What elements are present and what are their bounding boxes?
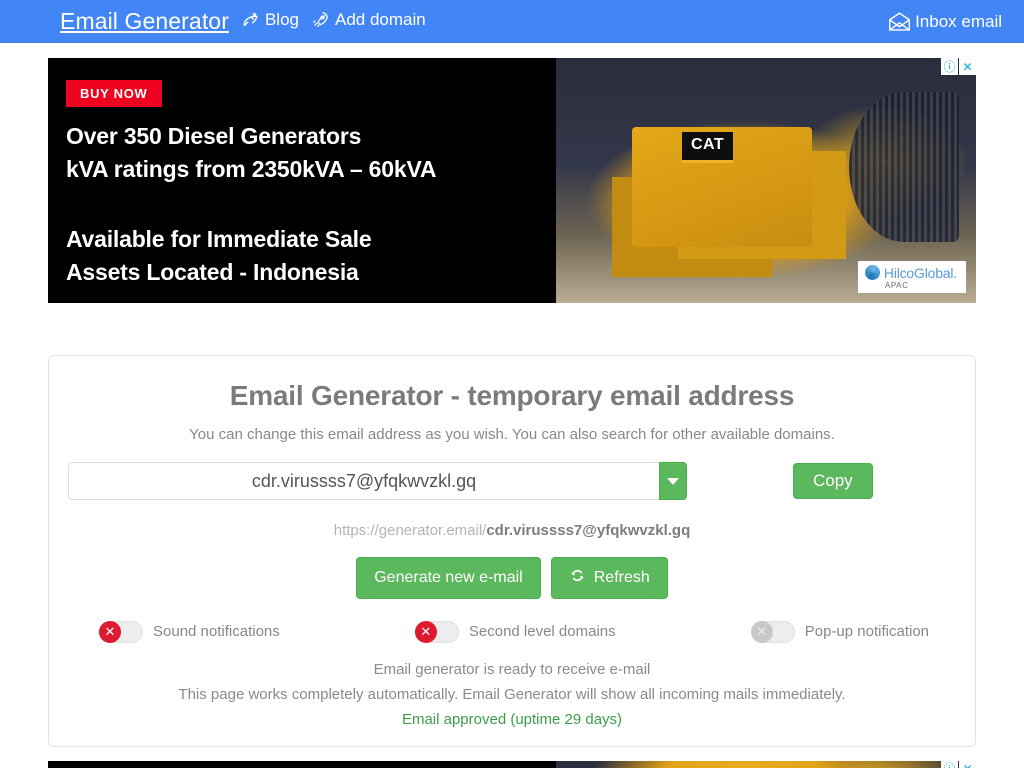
status-ready-text: Email generator is ready to receive e-ma… — [373, 660, 651, 678]
domain-dropdown-button[interactable] — [659, 462, 687, 500]
nav-link-add-domain[interactable]: Add domain — [311, 10, 426, 30]
url-email: cdr.virussss7@yfqkwvzkl.gq — [486, 522, 691, 539]
quill-pen-icon — [241, 10, 260, 29]
ad-badges-bottom: ⓘ ✕ — [941, 760, 976, 768]
ad-copy-block: BUY NOW Over 350 Diesel Generators kVA r… — [66, 80, 436, 289]
status-automatic-text: This page works completely automatically… — [178, 685, 846, 703]
action-buttons-row: Generate new e-mail Refresh — [65, 557, 959, 599]
email-generator-card: Email Generator - temporary email addres… — [48, 355, 976, 747]
brand-title[interactable]: Email Generator — [60, 8, 229, 35]
ad-copy-spacer — [66, 187, 436, 223]
refresh-button[interactable]: Refresh — [550, 557, 668, 599]
advertisement-banner-bottom[interactable]: BUY NOW ⓘ ✕ — [48, 760, 976, 768]
toggle-popup-label: Pop-up notification — [804, 623, 929, 641]
toggle-popup-notification[interactable]: ✕ Pop-up notification — [750, 620, 929, 643]
copy-button[interactable]: Copy — [793, 462, 873, 500]
hilco-name-primary: Hilco — [883, 264, 915, 281]
ad-headline-4: Assets Located - Indonesia — [66, 259, 359, 286]
brand-group: Email Generator Blog Add domain — [60, 8, 426, 35]
chevron-down-icon — [667, 477, 679, 485]
ad-buy-now-button[interactable]: BUY NOW — [66, 80, 162, 107]
hilco-sub-label: APAC — [884, 281, 909, 290]
ad-headline-3: Available for Immediate Sale — [66, 225, 372, 252]
x-mark-icon: ✕ — [99, 620, 121, 643]
refresh-label: Refresh — [593, 569, 650, 586]
email-address-input[interactable] — [68, 462, 659, 500]
adchoices-info-icon[interactable]: ⓘ — [941, 58, 958, 75]
ad-headline-2: kVA ratings from 2350kVA – 60kVA — [66, 156, 437, 183]
ad-headline-1: Over 350 Diesel Generators — [66, 123, 362, 149]
inbox-email-link[interactable]: Inbox email — [888, 12, 1002, 32]
ad-close-icon[interactable]: ✕ — [959, 58, 976, 75]
ad-close-icon[interactable]: ✕ — [959, 760, 976, 768]
toggle-second-level-domains[interactable]: ✕ Second level domains — [414, 620, 616, 643]
page-title: Email Generator - temporary email addres… — [229, 380, 795, 411]
generate-new-email-label: Generate new e-mail — [374, 569, 523, 586]
rocket-icon — [311, 10, 330, 29]
generate-new-email-button[interactable]: Generate new e-mail — [356, 557, 541, 599]
site-header: Email Generator Blog Add domain Inbox em… — [0, 0, 1024, 43]
hilco-global-logo: HilcoGlobal. APAC — [857, 261, 966, 293]
nav-link-blog-label: Blog — [264, 9, 299, 29]
ad-generator-photo-bottom — [556, 760, 976, 768]
open-envelope-icon — [888, 11, 911, 32]
ad-badges-top: ⓘ ✕ — [941, 58, 976, 75]
email-input-group — [68, 462, 687, 500]
toggle-second-level-label: Second level domains — [468, 623, 616, 641]
hilco-name-secondary: Global. — [914, 264, 957, 281]
x-mark-icon: ✕ — [750, 620, 773, 643]
email-address-row: Copy — [65, 462, 959, 500]
refresh-icon — [569, 567, 586, 589]
adchoices-info-icon[interactable]: ⓘ — [941, 760, 958, 768]
url-prefix: https://generator.email/ — [333, 522, 487, 539]
toggles-row: ✕ Sound notifications ✕ Second level dom… — [65, 620, 959, 643]
toggle-sound-notifications[interactable]: ✕ Sound notifications — [99, 620, 280, 643]
cat-logo: CAT — [682, 131, 734, 163]
inbox-email-label: Inbox email — [915, 11, 1002, 31]
page-subtitle: You can change this email address as you… — [189, 426, 835, 443]
toggle-sound-switch[interactable]: ✕ — [99, 620, 143, 643]
hilco-mark-icon — [864, 265, 880, 280]
toggle-popup-switch[interactable]: ✕ — [750, 620, 795, 643]
nav-link-blog[interactable]: Blog — [241, 10, 299, 30]
toggle-second-level-switch[interactable]: ✕ — [414, 620, 459, 643]
email-url-line: https://generator.email/cdr.virussss7@yf… — [65, 522, 959, 539]
advertisement-banner-top[interactable]: CAT HilcoGlobal. APAC BUY NOW Over 350 D… — [48, 58, 976, 303]
status-approved-text: Email approved (uptime 29 days) — [401, 710, 623, 728]
nav-link-add-domain-label: Add domain — [335, 9, 426, 29]
ad-generator-photo: CAT HilcoGlobal. APAC — [556, 58, 976, 303]
toggle-sound-label: Sound notifications — [153, 623, 280, 641]
x-mark-icon: ✕ — [414, 620, 437, 643]
